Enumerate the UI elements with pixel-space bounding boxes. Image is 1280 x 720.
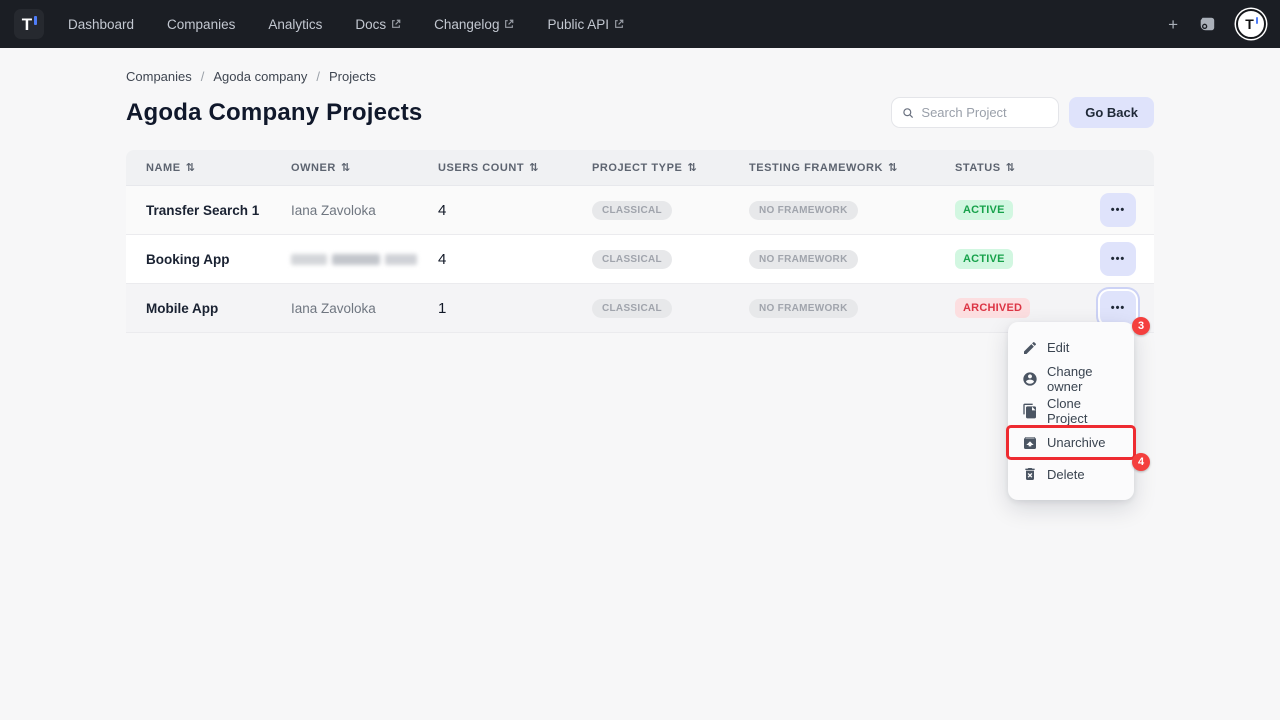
- breadcrumb-agoda-company[interactable]: Agoda company: [213, 69, 307, 84]
- external-link-icon: [504, 19, 514, 29]
- page-title: Agoda Company Projects: [126, 99, 422, 127]
- project-owner: Iana Zavoloka: [291, 301, 438, 316]
- external-link-icon: [391, 19, 401, 29]
- row-actions-button-open[interactable]: •••: [1100, 291, 1136, 325]
- project-type-badge: CLASSICAL: [592, 201, 672, 220]
- project-name: Booking App: [146, 252, 291, 267]
- sort-icon[interactable]: ⇅: [529, 161, 539, 174]
- title-actions: Go Back: [891, 97, 1154, 128]
- status-badge: ARCHIVED: [955, 298, 1030, 318]
- row-actions-menu: Edit Change owner Clone Project Unarchiv…: [1008, 322, 1134, 500]
- column-header-status[interactable]: STATUS⇅: [955, 161, 1100, 174]
- projects-table: NAME⇅ OWNER⇅ USERS COUNT⇅ PROJECT TYPE⇅ …: [126, 150, 1154, 333]
- project-type-badge: CLASSICAL: [592, 250, 672, 269]
- go-back-button[interactable]: Go Back: [1069, 97, 1154, 128]
- breadcrumb-separator: /: [201, 69, 205, 84]
- nav-item-companies[interactable]: Companies: [167, 17, 235, 32]
- unarchive-icon: [1022, 435, 1038, 451]
- avatar-letter: T: [1245, 16, 1254, 32]
- menu-item-change-owner[interactable]: Change owner: [1008, 364, 1134, 396]
- column-header-users-count[interactable]: USERS COUNT⇅: [438, 161, 592, 174]
- external-link-icon: [614, 19, 624, 29]
- search-input[interactable]: [921, 105, 1048, 120]
- nav-item-docs[interactable]: Docs: [355, 17, 401, 32]
- nav-item-dashboard[interactable]: Dashboard: [68, 17, 134, 32]
- menu-item-clone-project[interactable]: Clone Project: [1008, 395, 1134, 427]
- sort-icon[interactable]: ⇅: [341, 161, 351, 174]
- feed-icon[interactable]: [1198, 15, 1216, 33]
- avatar-accent-tick: [1256, 17, 1259, 24]
- main-content: Companies / Agoda company / Projects Ago…: [126, 69, 1154, 333]
- column-header-testing-framework[interactable]: TESTING FRAMEWORK⇅: [749, 161, 955, 174]
- app-logo[interactable]: T: [14, 9, 44, 39]
- sort-icon[interactable]: ⇅: [186, 161, 196, 174]
- top-navbar: T Dashboard Companies Analytics Docs Cha…: [0, 0, 1280, 48]
- sort-icon[interactable]: ⇅: [888, 161, 898, 174]
- column-header-project-type[interactable]: PROJECT TYPE⇅: [592, 161, 749, 174]
- redacted-owner-blocks: [291, 254, 438, 265]
- users-count: 4: [438, 202, 592, 219]
- add-icon[interactable]: +: [1168, 16, 1178, 33]
- table-row-mobile-app: Mobile App Iana Zavoloka 1 CLASSICAL NO …: [126, 284, 1154, 333]
- table-row-transfer-search-1: Transfer Search 1 Iana Zavoloka 4 CLASSI…: [126, 186, 1154, 235]
- nav-item-public-api[interactable]: Public API: [547, 17, 624, 32]
- project-owner-redacted: [291, 254, 438, 265]
- search-box: [891, 97, 1059, 128]
- column-header-name[interactable]: NAME⇅: [146, 161, 291, 174]
- column-header-owner[interactable]: OWNER⇅: [291, 161, 438, 174]
- annotation-step-4: 4: [1132, 453, 1150, 471]
- project-owner: Iana Zavoloka: [291, 203, 438, 218]
- title-row: Agoda Company Projects Go Back: [126, 97, 1154, 128]
- breadcrumb-projects[interactable]: Projects: [329, 69, 376, 84]
- logo-accent-tick: [34, 16, 37, 25]
- table-header-row: NAME⇅ OWNER⇅ USERS COUNT⇅ PROJECT TYPE⇅ …: [126, 150, 1154, 186]
- testing-framework-badge: NO FRAMEWORK: [749, 250, 858, 269]
- nav-item-analytics[interactable]: Analytics: [268, 17, 322, 32]
- clone-icon: [1022, 403, 1038, 419]
- breadcrumb: Companies / Agoda company / Projects: [126, 69, 1154, 84]
- navbar-right: + T: [1168, 9, 1266, 39]
- row-actions-button[interactable]: •••: [1100, 242, 1136, 276]
- user-avatar[interactable]: T: [1236, 9, 1266, 39]
- breadcrumb-separator: /: [316, 69, 320, 84]
- edit-icon: [1022, 340, 1038, 356]
- delete-icon: [1022, 466, 1038, 482]
- project-name: Transfer Search 1: [146, 203, 291, 218]
- change-owner-icon: [1022, 371, 1038, 387]
- menu-item-edit[interactable]: Edit: [1008, 332, 1134, 364]
- status-badge: ACTIVE: [955, 249, 1013, 269]
- table-row-booking-app: Booking App 4 CLASSICAL NO FRAMEWORK ACT…: [126, 235, 1154, 284]
- logo-letter: T: [22, 16, 32, 33]
- project-name: Mobile App: [146, 301, 291, 316]
- main-nav: Dashboard Companies Analytics Docs Chang…: [68, 17, 624, 32]
- menu-item-delete[interactable]: Delete: [1008, 458, 1134, 490]
- annotation-step-3: 3: [1132, 317, 1150, 335]
- app-root: T Dashboard Companies Analytics Docs Cha…: [0, 0, 1280, 720]
- status-badge: ACTIVE: [955, 200, 1013, 220]
- testing-framework-badge: NO FRAMEWORK: [749, 201, 858, 220]
- sort-icon[interactable]: ⇅: [687, 161, 697, 174]
- users-count: 1: [438, 300, 592, 317]
- search-icon: [902, 106, 914, 120]
- menu-item-unarchive[interactable]: Unarchive: [1008, 427, 1134, 459]
- row-actions-button[interactable]: •••: [1100, 193, 1136, 227]
- testing-framework-badge: NO FRAMEWORK: [749, 299, 858, 318]
- project-type-badge: CLASSICAL: [592, 299, 672, 318]
- users-count: 4: [438, 251, 592, 268]
- sort-icon[interactable]: ⇅: [1006, 161, 1016, 174]
- nav-item-changelog[interactable]: Changelog: [434, 17, 514, 32]
- breadcrumb-companies[interactable]: Companies: [126, 69, 192, 84]
